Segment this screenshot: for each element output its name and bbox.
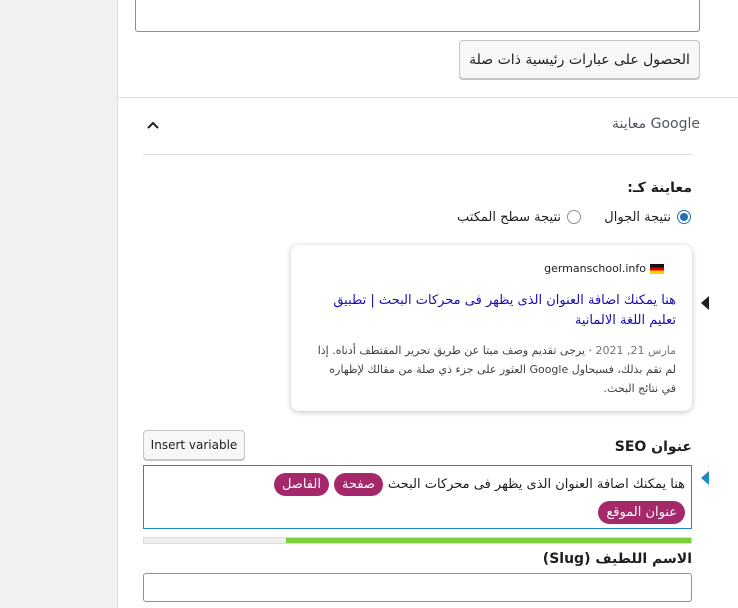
caret-left-icon — [701, 296, 709, 310]
radio-desktop-dot[interactable] — [567, 210, 581, 224]
section-divider — [118, 97, 738, 98]
snippet-url-text: germanschool.info — [544, 262, 646, 275]
preview-as-label: معاينة كـ: — [627, 180, 692, 196]
get-related-keyphrases-button[interactable]: الحصول على عبارات رئيسية ذات صلة — [459, 40, 700, 79]
seo-title-label: عنوان SEO — [614, 439, 692, 455]
radio-mobile-dot[interactable] — [677, 210, 691, 224]
previous-textarea[interactable] — [135, 0, 700, 32]
variable-pill-page[interactable]: صفحة — [333, 473, 383, 496]
snippet-url: germanschool.info — [544, 262, 664, 275]
chevron-up-icon[interactable] — [146, 118, 160, 132]
insert-variable-button[interactable]: Insert variable — [143, 430, 245, 460]
radio-desktop-label: نتيجة سطح المكتب — [457, 209, 561, 225]
seo-title-line-1: هنا يمكنك اضافة العنوان الذى يظهر فى محر… — [273, 473, 685, 496]
snippet-title[interactable]: هنا يمكنك اضافة العنوان الذى يظهر فى محر… — [312, 291, 676, 331]
caret-left-active-icon — [701, 471, 709, 485]
variable-pill-site-title[interactable]: عنوان الموقع — [598, 501, 685, 524]
radio-mobile-label: نتيجة الجوال — [604, 209, 671, 225]
google-preview-title: معاينة Google — [612, 116, 700, 132]
snippet-date: مارس 21, 2021 — [595, 344, 676, 357]
snippet-description: مارس 21, 2021 · يرجى تقديم وصف ميتا عن ط… — [312, 341, 676, 398]
germany-flag-icon — [650, 263, 664, 274]
search-result-preview: germanschool.info هنا يمكنك اضافة العنوا… — [291, 245, 692, 411]
slug-label: الاسم اللطيف (Slug) — [542, 551, 692, 567]
variable-pill-separator[interactable]: الفاصل — [273, 473, 329, 496]
seo-title-editor[interactable]: هنا يمكنك اضافة العنوان الذى يظهر فى محر… — [143, 465, 692, 529]
seo-title-line-2: عنوان الموقع — [598, 501, 685, 524]
title-underline — [143, 154, 692, 155]
progress-fill — [286, 538, 691, 543]
slug-input[interactable] — [143, 573, 692, 602]
seo-title-text: هنا يمكنك اضافة العنوان الذى يظهر فى محر… — [387, 477, 685, 492]
seo-title-length-progress — [143, 537, 692, 544]
radio-mobile[interactable]: نتيجة الجوال — [604, 207, 691, 227]
radio-desktop[interactable]: نتيجة سطح المكتب — [457, 207, 581, 227]
